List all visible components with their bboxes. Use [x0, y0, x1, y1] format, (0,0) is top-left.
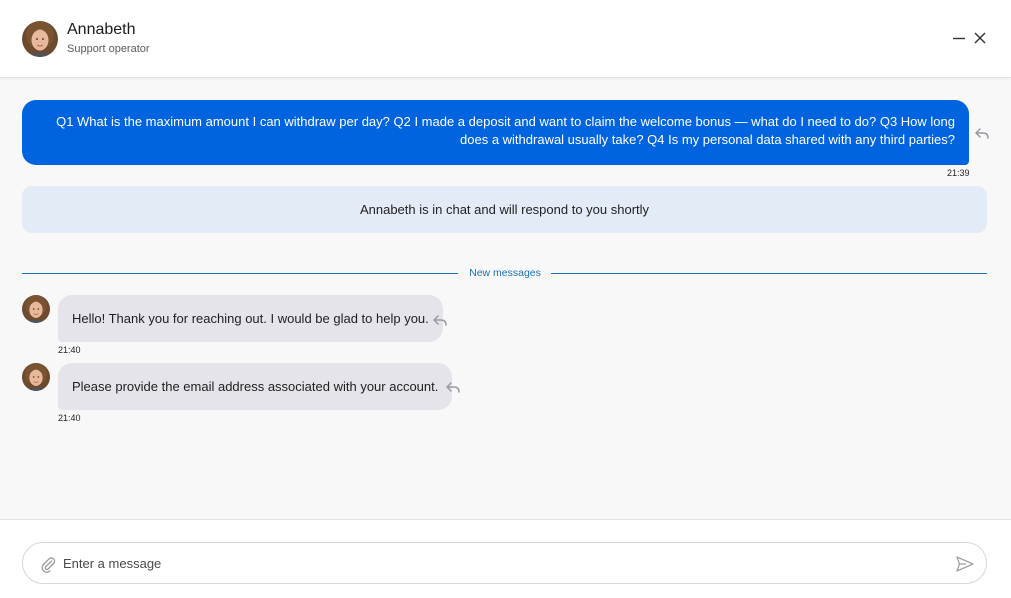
incoming-message: Hello! Thank you for reaching out. I wou… [58, 295, 443, 342]
divider-line-left [22, 273, 458, 274]
new-messages-divider: New messages [469, 267, 541, 279]
message-list: Q1 What is the maximum amount I can with… [0, 79, 1011, 519]
operator-role: Support operator [67, 43, 150, 55]
operator-avatar-small [22, 363, 50, 391]
chat-window: Annabeth Support operator Q1 What is the… [0, 0, 1011, 598]
divider-line-right [551, 273, 987, 274]
incoming-message: Please provide the email address associa… [58, 363, 453, 410]
minimize-icon [953, 37, 965, 40]
close-button[interactable] [971, 29, 989, 47]
minimize-button[interactable] [950, 29, 968, 47]
reply-icon[interactable] [432, 313, 448, 327]
composer-bar [0, 519, 1011, 598]
message-time: 21:40 [58, 345, 81, 355]
operator-name: Annabeth [67, 21, 136, 38]
message-composer [22, 542, 987, 584]
operator-avatar [22, 21, 58, 57]
operator-status-note: Annabeth is in chat and will respond to … [22, 186, 987, 233]
paperclip-icon [41, 557, 56, 573]
message-time: 21:40 [58, 413, 81, 423]
send-button[interactable] [955, 555, 975, 573]
message-input[interactable] [61, 551, 941, 575]
outgoing-message: Q1 What is the maximum amount I can with… [22, 100, 969, 165]
reply-icon[interactable] [974, 126, 990, 140]
attach-button[interactable] [39, 555, 57, 573]
reply-icon[interactable] [445, 380, 461, 394]
close-icon [974, 32, 986, 44]
chat-header: Annabeth Support operator [0, 0, 1011, 78]
message-time: 21:39 [947, 168, 970, 178]
send-icon [956, 556, 974, 572]
operator-avatar-small [22, 295, 50, 323]
